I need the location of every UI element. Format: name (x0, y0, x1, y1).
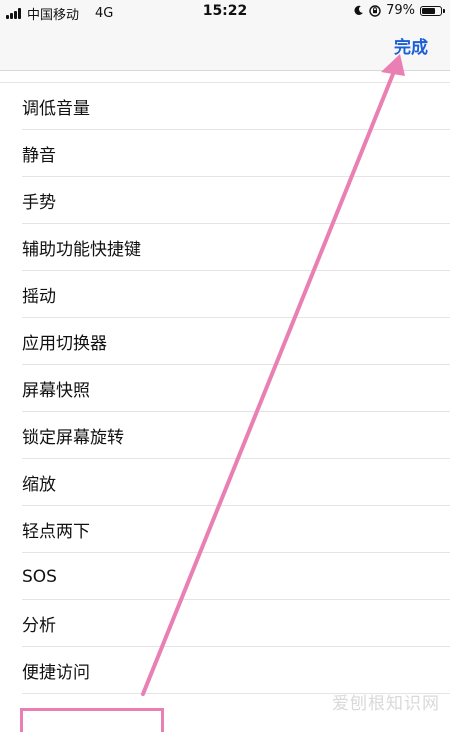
list-item-label: 屏幕快照 (22, 381, 90, 401)
battery-icon (420, 5, 445, 16)
battery-fill (422, 7, 435, 14)
watermark: 爱刨根知识网 (332, 694, 440, 714)
nav-bar: 完成 (0, 22, 450, 71)
list-item-label: 轻点两下 (22, 522, 90, 542)
list-item-label: 应用切换器 (22, 334, 107, 354)
list-item[interactable]: 轻点两下 (0, 506, 450, 553)
list-item-label: 辅助功能快捷键 (22, 240, 141, 260)
list-item-label: 摇动 (22, 287, 56, 307)
status-right: 79% (353, 3, 445, 18)
annotation-highlight-box (20, 708, 164, 732)
list-item[interactable]: 辅助功能快捷键 (0, 224, 450, 271)
list-item[interactable]: 静音 (0, 130, 450, 177)
orientation-lock-icon (369, 4, 381, 17)
list-item-label: 便捷访问 (22, 663, 90, 683)
moon-icon (354, 5, 363, 15)
done-button[interactable]: 完成 (394, 33, 428, 58)
list-item-label: 静音 (22, 146, 56, 166)
list-item-label: 分析 (22, 616, 56, 636)
settings-list: 调低音量静音手势辅助功能快捷键 摇动应用切换器屏幕快照锁定屏幕旋转 缩放轻点两下 SO… (0, 82, 450, 694)
list-item-label: 锁定屏幕旋转 (22, 428, 124, 448)
list-item-label: SOS (22, 566, 57, 587)
status-bar: 中国移动 4G 15:22 79% (0, 0, 450, 23)
list-item[interactable]: 锁定屏幕旋转 (0, 412, 450, 459)
list-item-label: 调低音量 (22, 99, 90, 119)
list-item[interactable]: 分析 (0, 600, 450, 647)
list-item[interactable]: 便捷访问 (0, 647, 450, 694)
list-item[interactable]: 缩放 (0, 459, 450, 506)
list-item[interactable]: 调低音量 (0, 83, 450, 130)
list-item-label: 缩放 (22, 475, 56, 495)
battery-percent: 79% (386, 3, 415, 18)
list-item[interactable]: 摇动 (0, 271, 450, 318)
list-item[interactable]: 应用切换器 (0, 318, 450, 365)
list-item[interactable]: SOS (0, 553, 450, 600)
list-item-label: 手势 (22, 193, 56, 213)
list-item[interactable]: 屏幕快照 (0, 365, 450, 412)
list-item[interactable]: 手势 (0, 177, 450, 224)
